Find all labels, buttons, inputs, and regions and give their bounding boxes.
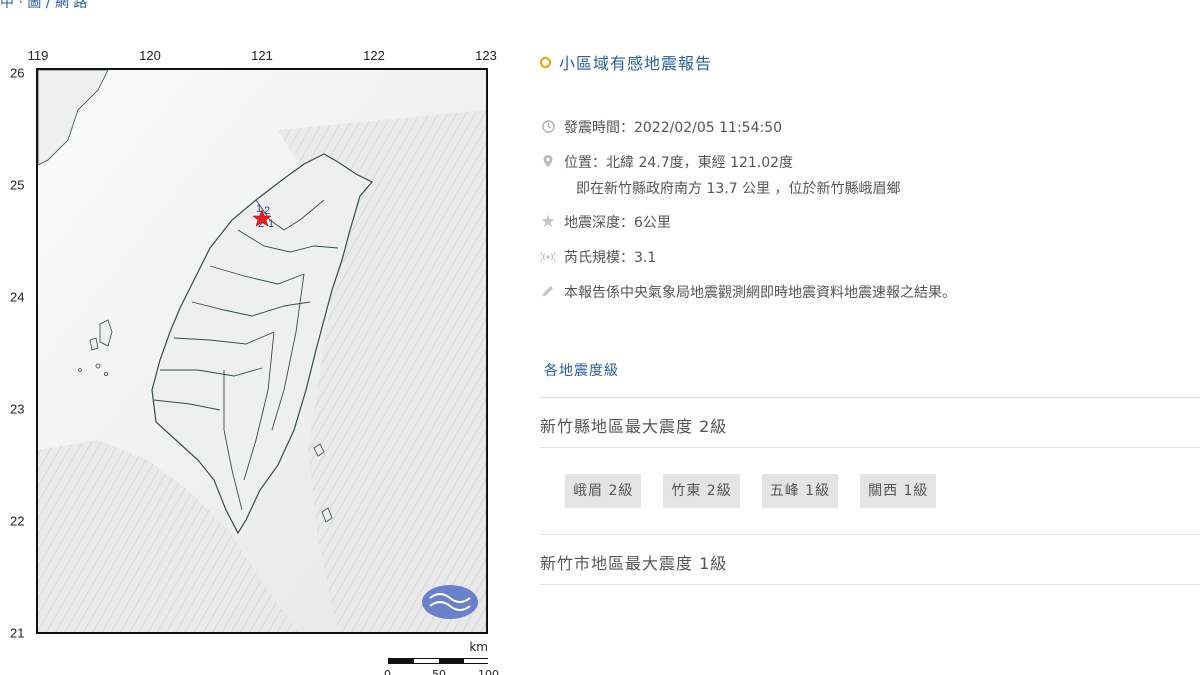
magnitude-row: 芮氏規模：3.1	[540, 247, 656, 267]
location-text: 位置：北緯 24.7度，東經 121.02度	[564, 155, 794, 171]
ring-bullet-icon	[540, 56, 551, 68]
town-intensity-list: 峨眉 2級 竹東 2級 五峰 1級 關西 1級	[565, 474, 937, 508]
report-title-text: 小區域有感地震報告	[559, 54, 713, 73]
depth-text: 地震深度：6公里	[564, 215, 671, 231]
latitude-tick: 26	[10, 65, 25, 81]
region-max-intensity[interactable]: 新竹縣地區最大震度 2級	[540, 413, 727, 437]
longitude-tick: 122	[363, 48, 385, 63]
town-intensity-chip[interactable]: 五峰 1級	[761, 474, 839, 508]
scale-unit: km	[469, 640, 488, 654]
latitude-tick: 22	[10, 513, 25, 529]
taiwan-terrain-map: 1 2 2 1	[36, 68, 488, 634]
magnitude-text: 芮氏規模：3.1	[564, 250, 657, 266]
divider	[540, 447, 1200, 448]
longitude-tick: 120	[139, 48, 161, 63]
time-row: 發震時間：2022/02/05 11:54:50	[540, 117, 782, 137]
latitude-tick: 25	[10, 177, 25, 193]
longitude-tick: 121	[251, 48, 273, 63]
station-mark: 2	[264, 205, 270, 217]
location-row: 位置：北緯 24.7度，東經 121.02度 即在新竹縣政府南方 13.7 公里…	[540, 152, 901, 198]
map-pin-icon	[540, 153, 556, 169]
scale-number: 0	[384, 668, 391, 675]
divider	[540, 397, 1200, 398]
location-detail: 即在新竹縣政府南方 13.7 公里 ，位於新竹縣峨眉鄉	[576, 181, 901, 197]
latitude-tick: 23	[10, 401, 25, 417]
longitude-tick: 123	[475, 48, 497, 63]
station-mark: 1	[268, 218, 274, 230]
map-scale-bar: km 0 50 100	[384, 640, 499, 675]
cwb-logo-icon	[422, 585, 478, 619]
town-intensity-chip[interactable]: 竹東 2級	[663, 474, 740, 508]
divider	[540, 584, 1200, 585]
divider	[540, 534, 1200, 535]
earthquake-map-panel: 中 ‧ 圖 / 網 路 119 120 121 122 123 26 25 24…	[0, 0, 520, 675]
clock-icon	[540, 118, 556, 134]
time-text: 發震時間：2022/02/05 11:54:50	[564, 120, 783, 136]
cropped-header-text: 中 ‧ 圖 / 網 路	[0, 0, 88, 11]
latitude-tick: 21	[10, 625, 25, 641]
earthquake-report-panel: 小區域有感地震報告 發震時間：2022/02/05 11:54:50 位置：北緯…	[540, 0, 1200, 675]
signal-waves-icon	[540, 248, 556, 264]
intensity-section-title: 各地震度級	[544, 363, 619, 379]
pencil-icon	[540, 283, 556, 299]
depth-row: 地震深度：6公里	[540, 212, 671, 232]
report-title: 小區域有感地震報告	[540, 50, 712, 74]
region-max-intensity[interactable]: 新竹市地區最大震度 1級	[540, 550, 727, 574]
town-intensity-chip[interactable]: 關西 1級	[860, 474, 937, 508]
scale-number: 50	[432, 668, 446, 675]
latitude-tick: 24	[10, 289, 25, 305]
note-row: 本報告係中央氣象局地震觀測網即時地震資料地震速報之結果。	[540, 282, 956, 302]
scale-number: 100	[478, 668, 499, 675]
note-text: 本報告係中央氣象局地震觀測網即時地震資料地震速報之結果。	[564, 285, 956, 301]
town-intensity-chip[interactable]: 峨眉 2級	[565, 474, 642, 508]
burst-icon	[540, 213, 556, 229]
scale-bar	[388, 658, 489, 664]
longitude-tick: 119	[27, 48, 49, 63]
